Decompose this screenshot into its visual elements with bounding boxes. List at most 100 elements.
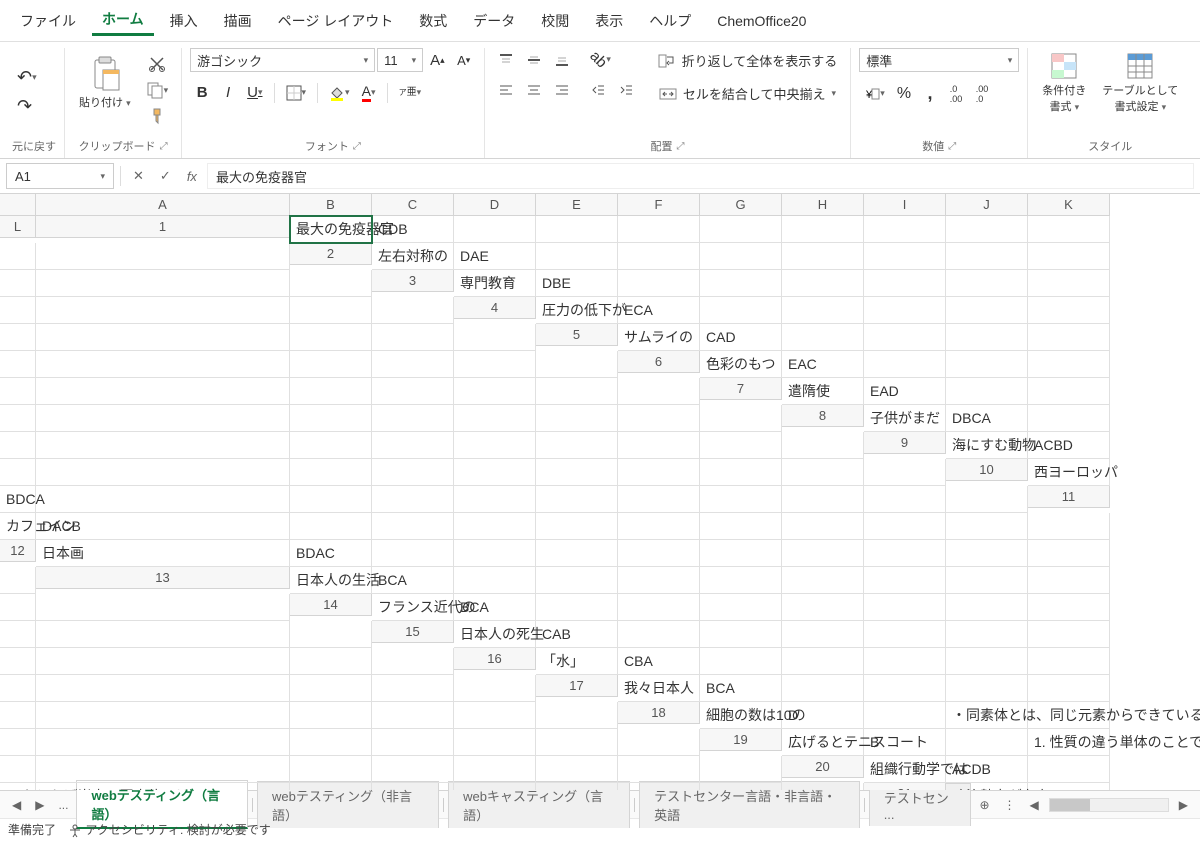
cell-K20[interactable]	[700, 783, 782, 790]
cell-H12[interactable]	[782, 540, 864, 567]
cell-D16[interactable]	[782, 648, 864, 675]
cell-D4[interactable]	[782, 297, 864, 324]
cell-I11[interactable]	[782, 513, 864, 540]
col-header-A[interactable]: A	[36, 194, 290, 216]
cell-E5[interactable]	[946, 324, 1028, 351]
row-header-4[interactable]: 4	[454, 297, 536, 319]
cell-L4[interactable]	[454, 324, 536, 351]
cell-L3[interactable]	[372, 297, 454, 324]
cell-A17[interactable]: 我々日本人	[618, 675, 700, 702]
cell-A18[interactable]: 細胞の数は10の	[700, 702, 782, 729]
cell-B9[interactable]: ACBD	[1028, 432, 1110, 459]
col-header-F[interactable]: F	[618, 194, 700, 216]
cell-F6[interactable]	[0, 378, 36, 405]
cell-J14[interactable]	[0, 621, 36, 648]
row-header-11[interactable]: 11	[1028, 486, 1110, 508]
cell-D5[interactable]	[864, 324, 946, 351]
cell-D11[interactable]	[372, 513, 454, 540]
col-header-K[interactable]: K	[1028, 194, 1110, 216]
cell-F16[interactable]	[946, 648, 1028, 675]
orientation-button[interactable]: ab▾	[585, 48, 616, 71]
cell-A16[interactable]: 「水」	[536, 648, 618, 675]
menu-chemoffice[interactable]: ChemOffice20	[707, 9, 816, 33]
sheet-more-button[interactable]: ⋮	[998, 796, 1022, 814]
cell-F9[interactable]	[372, 459, 454, 486]
cell-A6[interactable]: 色彩のもつ	[700, 351, 782, 378]
cell-E14[interactable]	[700, 594, 782, 621]
cell-H13[interactable]	[864, 567, 946, 594]
cell-J11[interactable]	[864, 513, 946, 540]
sheet-nav-more[interactable]: ...	[52, 796, 74, 814]
cell-J19[interactable]	[536, 756, 618, 783]
cell-A1[interactable]: 最大の免疫器官	[290, 216, 372, 243]
row-header-7[interactable]: 7	[700, 378, 782, 400]
cell-B19[interactable]: B	[864, 729, 946, 756]
cell-F5[interactable]	[1028, 324, 1110, 351]
cell-C2[interactable]	[536, 243, 618, 270]
cell-L18[interactable]	[618, 729, 700, 756]
paste-button[interactable]: 貼り付け ▾	[73, 48, 137, 114]
col-header-D[interactable]: D	[454, 194, 536, 216]
cell-I10[interactable]	[700, 486, 782, 513]
format-as-table-button[interactable]: テーブルとして 書式設定 ▾	[1096, 48, 1184, 118]
row-header-2[interactable]: 2	[290, 243, 372, 265]
cell-E11[interactable]	[454, 513, 536, 540]
cell-H20[interactable]	[454, 783, 536, 790]
increase-decimal-button[interactable]: .0.00	[944, 81, 968, 107]
cell-D13[interactable]	[536, 567, 618, 594]
cell-I7[interactable]	[454, 405, 536, 432]
cell-H16[interactable]	[0, 675, 36, 702]
cell-L5[interactable]	[536, 351, 618, 378]
cell-D8[interactable]	[0, 432, 36, 459]
cell-L14[interactable]	[290, 621, 372, 648]
col-header-L[interactable]: L	[0, 216, 36, 238]
cell-J8[interactable]	[618, 432, 700, 459]
cell-C3[interactable]	[618, 270, 700, 297]
cell-C1[interactable]	[454, 216, 536, 243]
horizontal-scrollbar[interactable]: ◀ ▶	[1024, 796, 1194, 814]
merge-center-button[interactable]: セルを結合して中央揃え ▾	[653, 81, 843, 106]
cell-H11[interactable]	[700, 513, 782, 540]
cell-G12[interactable]	[700, 540, 782, 567]
cell-A14[interactable]: フランス近代の	[372, 594, 454, 621]
cell-C8[interactable]	[1028, 405, 1110, 432]
cut-button[interactable]	[141, 52, 174, 76]
cell-F11[interactable]	[536, 513, 618, 540]
cell-L7[interactable]	[700, 405, 782, 432]
cell-E2[interactable]	[700, 243, 782, 270]
cell-F4[interactable]	[946, 297, 1028, 324]
cell-F8[interactable]	[290, 432, 372, 459]
format-painter-button[interactable]	[141, 104, 174, 128]
col-header-B[interactable]: B	[290, 194, 372, 216]
fill-color-button[interactable]: ▾	[324, 82, 355, 104]
row-header-20[interactable]: 20	[782, 756, 864, 778]
cell-G16[interactable]	[1028, 648, 1110, 675]
cell-C13[interactable]	[454, 567, 536, 594]
cell-B16[interactable]: CBA	[618, 648, 700, 675]
cell-H19[interactable]	[372, 756, 454, 783]
cell-G6[interactable]	[36, 378, 290, 405]
cell-A20[interactable]: 組織行動学では	[864, 756, 946, 783]
col-header-G[interactable]: G	[700, 194, 782, 216]
cell-I14[interactable]	[1028, 594, 1110, 621]
cell-C14[interactable]	[536, 594, 618, 621]
cell-D10[interactable]	[290, 486, 372, 513]
cell-C4[interactable]	[700, 297, 782, 324]
decrease-indent-button[interactable]	[585, 79, 611, 101]
col-header-I[interactable]: I	[864, 194, 946, 216]
decrease-font-button[interactable]: A▾	[452, 49, 476, 71]
cell-C17[interactable]	[782, 675, 864, 702]
cell-B3[interactable]: DBE	[536, 270, 618, 297]
cell-G5[interactable]	[0, 351, 36, 378]
menu-insert[interactable]: 挿入	[160, 7, 208, 35]
cell-C12[interactable]	[372, 540, 454, 567]
cell-D2[interactable]	[618, 243, 700, 270]
dialog-launcher-icon[interactable]: ⤢	[676, 141, 684, 152]
cell-K19[interactable]	[618, 756, 700, 783]
font-size-dropdown[interactable]: 11▾	[377, 48, 423, 72]
font-name-dropdown[interactable]: 游ゴシック▾	[190, 48, 375, 72]
cell-A5[interactable]: サムライの	[618, 324, 700, 351]
cell-K9[interactable]	[782, 459, 864, 486]
cell-H10[interactable]	[618, 486, 700, 513]
cell-B21[interactable]: BAC	[1028, 783, 1110, 790]
